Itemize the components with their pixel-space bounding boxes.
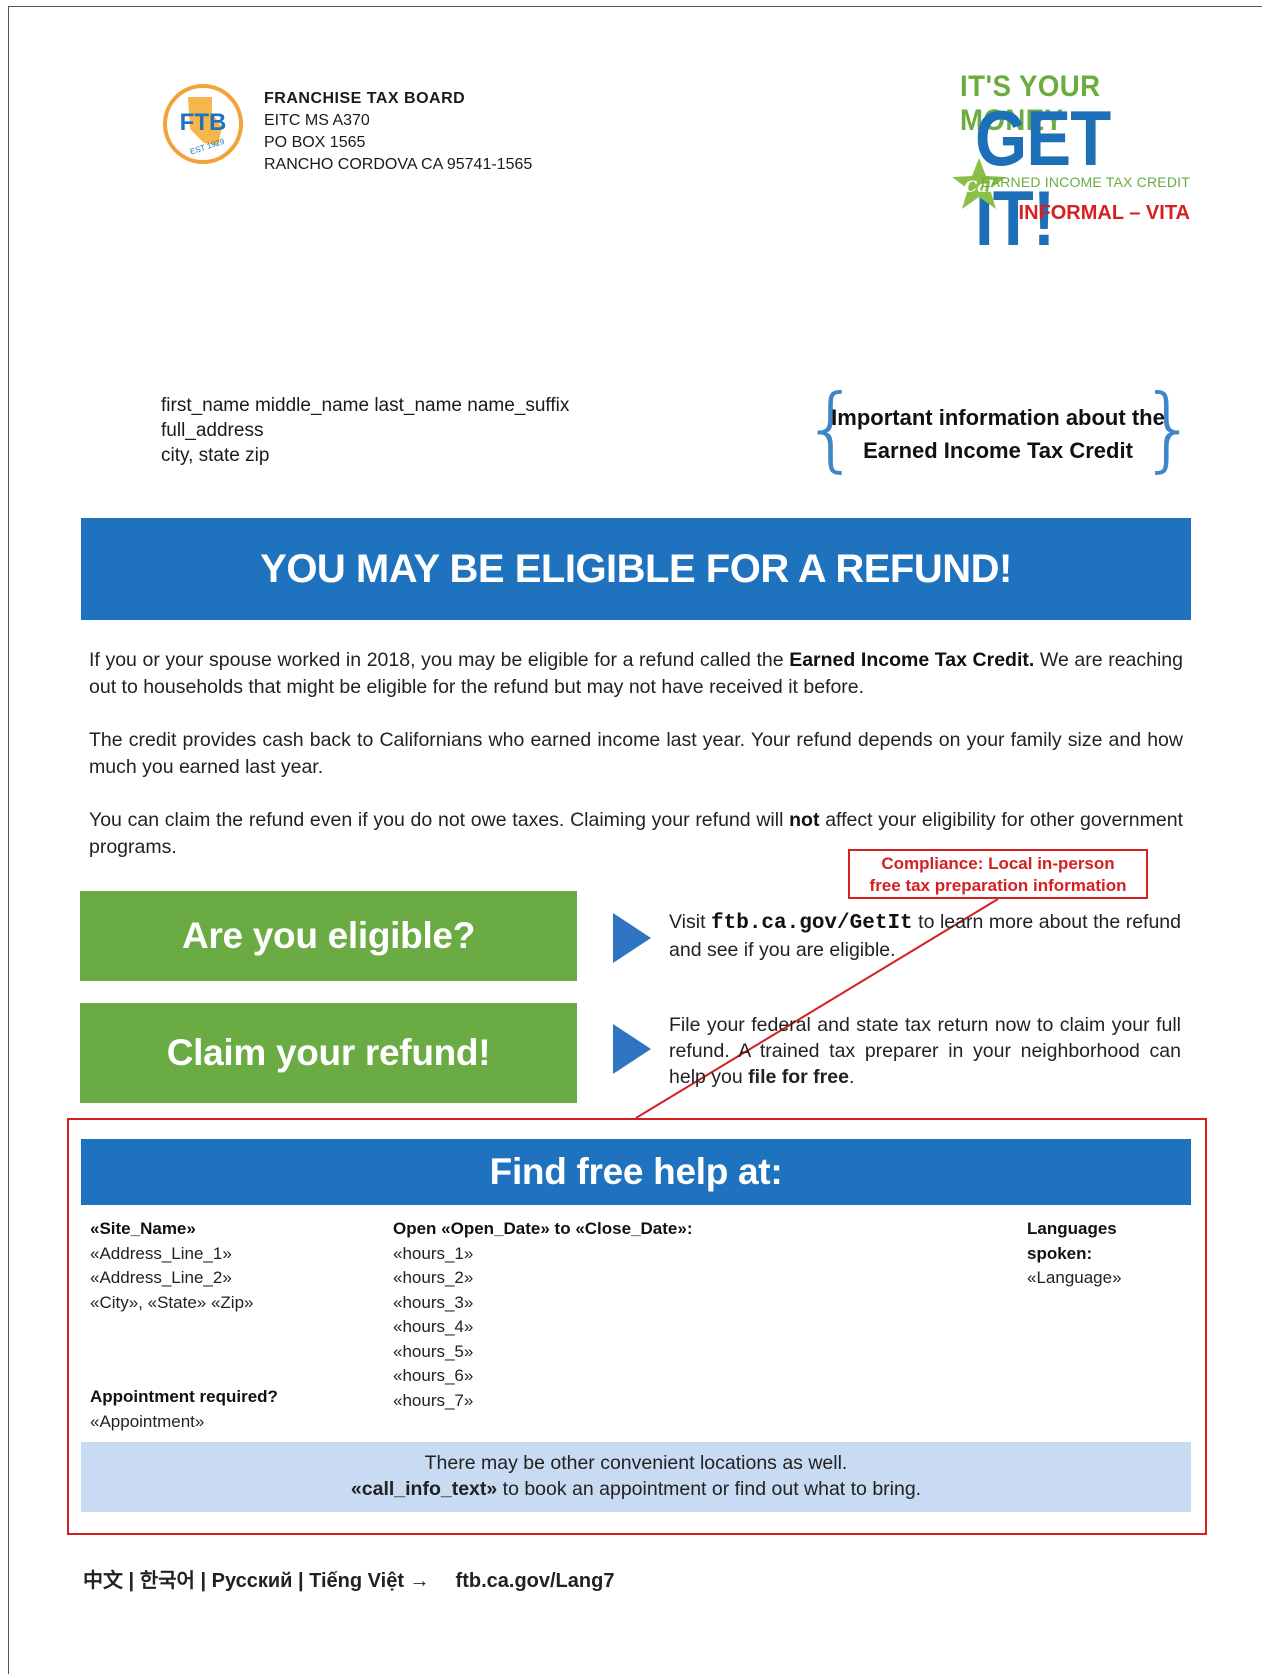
claim-emphasis: file for free [748,1066,849,1088]
language-value: «Language» [1027,1268,1122,1287]
hours-row: «hours_3» [393,1292,474,1312]
hours-row: «hours_5» [393,1341,474,1361]
paragraph-text: You can claim the refund even if you do … [89,809,790,831]
language-url-link[interactable]: ftb.ca.gov/Lang7 [456,1570,615,1592]
note-line: «call_info_text» to book an appointment … [81,1476,1191,1502]
paragraph-text: If you or your spouse worked in 2018, yo… [89,649,790,671]
call-info-field: «call_info_text» [350,1478,498,1500]
recipient-line: full_address [161,420,264,441]
important-info-text: Important information about the Earned I… [830,401,1166,467]
ftb-address-line: EITC MS A370 [264,112,370,129]
site-address-line: «Address_Line_1» [90,1243,232,1263]
ftb-logo-text: FTB [180,109,227,136]
language-links: 中文 | 한국어 | Русский | Tiếng Việt → ftb.ca.… [83,1564,614,1593]
important-info-box: { Important information about the Earned… [802,383,1198,477]
eligible-text: Visit [669,911,712,933]
claim-text: . [848,1066,855,1088]
site-info: «Site_Name» «Address_Line_1» «Address_Li… [90,1217,253,1315]
hours-row: «hours_4» [393,1317,474,1336]
main-headline: YOU MAY BE ELIGIBLE FOR A REFUND! [81,518,1191,620]
languages-spoken: Languages spoken: «Language» [1027,1217,1122,1291]
ftb-address-line: PO BOX 1565 [264,134,366,151]
compliance-callout: Compliance: Local in-person free tax pre… [848,849,1148,899]
language-list[interactable]: 中文 | 한국어 | Русский | Tiếng Việt → [83,1570,430,1592]
ftb-address-line: RANCHO CORDOVA CA 95741-1565 [264,156,533,173]
languages-header: Languages [1027,1219,1117,1238]
compliance-line: Compliance: Local in-person [881,854,1115,873]
paragraph-credit: The credit provides cash back to Califor… [89,729,1183,778]
paragraph-worked: If you or your spouse worked in 2018, yo… [89,647,1183,701]
arrow-right-icon [613,913,651,963]
hours-row: «hours_7» [393,1390,474,1410]
recipient-line: first_name middle_name last_name name_su… [161,395,570,416]
claim-description: File your federal and state tax return n… [669,1012,1181,1090]
site-name: «Site_Name» [90,1219,196,1238]
hours-row: «hours_6» [393,1366,474,1385]
note-line: There may be other convenient locations … [424,1452,848,1474]
hours-row: «hours_1» [393,1243,474,1263]
recipient-line: city, state zip [161,445,270,466]
are-you-eligible-block: Are you eligible? [80,891,577,981]
arrow-right-icon [613,1024,651,1074]
find-free-help-header: Find free help at: [81,1139,1191,1205]
brand-subline: EARNED INCOME TAX CREDIT [981,174,1190,190]
appointment-info: Appointment required? «Appointment» [90,1385,278,1434]
getit-link[interactable]: ftb.ca.gov/GetIt [711,912,913,935]
important-info-line: Earned Income Tax Credit [863,438,1133,463]
claim-your-refund-block: Claim your refund! [80,1003,577,1103]
languages-header: spoken: [1027,1243,1093,1263]
paragraph-emphasis: Earned Income Tax Credit. [789,649,1035,671]
compliance-line: free tax preparation information [869,876,1127,895]
site-address-line: «Address_Line_2» [90,1268,232,1287]
eligible-description: Visit ftb.ca.gov/GetIt to learn more abo… [669,909,1181,963]
claim-text: File your federal and state tax return n… [669,1014,1181,1088]
recipient-address: first_name middle_name last_name name_su… [161,393,569,468]
site-address-line: «City», «State» «Zip» [90,1292,254,1312]
other-locations-note: There may be other convenient locations … [81,1442,1191,1512]
version-label: INFORMAL – VITA [1018,202,1190,224]
ftb-seal-logo: FTB EST 1929 [163,84,243,164]
important-info-line: Important information about the [831,405,1165,430]
hours-header: Open «Open_Date» to «Close_Date»: [393,1219,693,1238]
hours-row: «hours_2» [393,1268,474,1287]
ftb-address-line: FRANCHISE TAX BOARD [264,90,466,107]
right-brace-icon: } [1139,375,1198,482]
ftb-return-address: FRANCHISE TAX BOARD EITC MS A370 PO BOX … [264,88,532,176]
appointment-value: «Appointment» [90,1411,205,1431]
site-hours: Open «Open_Date» to «Close_Date»: «hours… [393,1217,692,1413]
note-text: to book an appointment or find out what … [497,1478,922,1500]
paragraph-emphasis: not [789,809,820,831]
get-it-brand-logo: IT'S YOUR MONEY GET IT! Cal EARNED INCOM… [940,70,1190,258]
appointment-label: Appointment required? [90,1387,278,1406]
